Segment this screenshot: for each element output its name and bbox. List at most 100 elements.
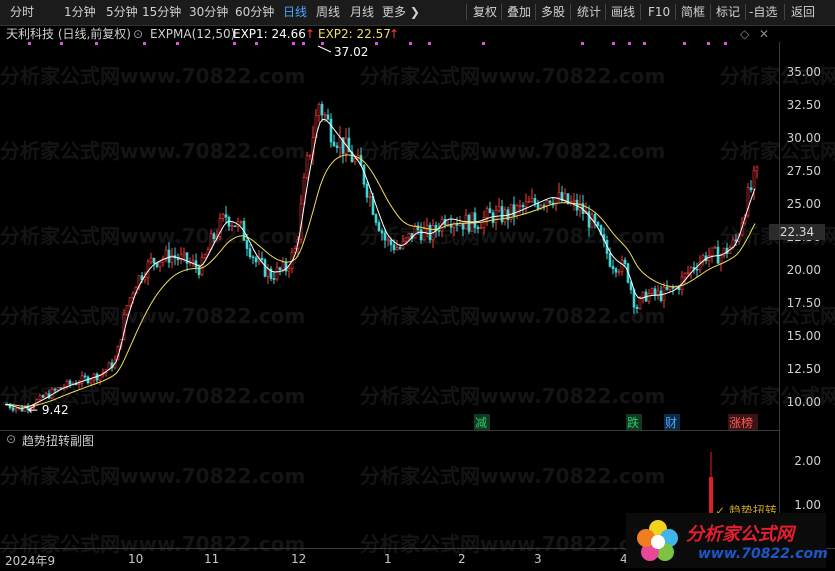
event-marker-reduce[interactable]: 减 <box>475 416 487 430</box>
candle-body <box>752 170 756 191</box>
signal-dot <box>375 42 378 45</box>
tab-fenshi[interactable]: 分时 <box>10 0 34 24</box>
candle-body <box>383 232 387 241</box>
candle-body <box>59 387 63 389</box>
candle-body <box>278 267 282 270</box>
tab-daily[interactable]: 日线 <box>283 0 307 24</box>
signal-dot <box>724 42 727 45</box>
fuquan-button[interactable]: 复权 <box>473 0 497 24</box>
signal-dot <box>60 42 63 45</box>
candle-body <box>56 387 60 391</box>
indicator-bar: 天利科技 (日线,前复权) ⊙ EXPMA(12,50) EXP1: 24.66… <box>0 26 835 42</box>
diamond-icon[interactable]: ◇ <box>740 26 749 42</box>
candle-body <box>623 259 627 264</box>
candle-body <box>461 223 465 230</box>
sub-axis-tick: 2.00 <box>794 454 821 468</box>
flower-logo-icon <box>637 520 678 561</box>
candle-body <box>158 261 162 268</box>
signal-dot <box>581 42 584 45</box>
tab-weekly[interactable]: 周线 <box>316 0 340 24</box>
price-tick: 32.50 <box>786 98 821 112</box>
multi-stock-button[interactable]: 多股 <box>541 0 565 24</box>
candle-body <box>263 259 267 277</box>
candle-body <box>164 249 168 260</box>
candle-body <box>683 273 687 278</box>
stats-button[interactable]: 统计 <box>577 0 601 24</box>
signal-dot <box>707 42 710 45</box>
tab-15min[interactable]: 15分钟 <box>142 0 181 24</box>
candle-body <box>272 278 276 280</box>
candle-body <box>224 214 228 218</box>
event-marker-top-list[interactable]: 涨榜 <box>729 415 753 430</box>
stock-title: 天利科技 (日线,前复权) <box>6 27 131 41</box>
candle-body <box>659 290 663 301</box>
candle-body <box>374 214 378 223</box>
price-tick: 20.00 <box>786 263 821 277</box>
candle-body <box>386 239 390 242</box>
price-tick: 35.00 <box>786 65 821 79</box>
candle-body <box>329 118 333 143</box>
tab-monthly[interactable]: 月线 <box>350 0 374 24</box>
event-marker-finance[interactable]: 财 <box>665 416 677 430</box>
candle-body <box>596 221 600 226</box>
candle-body <box>587 211 591 228</box>
candle-body <box>239 221 243 223</box>
tab-more[interactable]: 更多 ❯ <box>382 0 420 24</box>
candle-body <box>542 205 546 207</box>
candle-body <box>11 407 15 411</box>
exp1-up-arrow-icon: ↑ <box>305 27 316 41</box>
period-toolbar: 分时 1分钟 5分钟 15分钟 30分钟 60分钟 日线 周线 月线 更多 ❯ … <box>0 0 835 26</box>
price-tick: 10.00 <box>786 395 821 409</box>
signal-dot <box>482 42 485 45</box>
signal-dot <box>428 42 431 45</box>
candle-body <box>323 114 327 117</box>
signal-dot <box>28 42 31 45</box>
simple-frame-button[interactable]: 简框 <box>681 0 705 24</box>
candle-body <box>317 104 321 117</box>
candle-body <box>212 233 216 240</box>
price-tick: 15.00 <box>786 329 821 343</box>
logo-url: www.70822.com <box>698 546 828 562</box>
mark-button[interactable]: 标记 <box>716 0 740 24</box>
indicator-name[interactable]: EXPMA(12,50) <box>150 26 235 42</box>
signal-dot <box>233 42 236 45</box>
back-button[interactable]: 返回 <box>791 0 815 24</box>
price-tick: 25.00 <box>786 197 821 211</box>
indicator-settings-icon[interactable]: ⊙ <box>133 26 143 42</box>
candle-body <box>155 262 159 268</box>
candle-body <box>254 257 258 263</box>
candle-body <box>641 291 645 298</box>
candle-body <box>488 208 492 214</box>
signal-dot <box>255 42 258 45</box>
tab-30min[interactable]: 30分钟 <box>189 0 228 24</box>
candle-body <box>167 249 171 263</box>
close-icon[interactable]: ✕ <box>759 26 769 42</box>
candle-body <box>53 388 57 391</box>
candle-body <box>407 233 411 239</box>
overlay-button[interactable]: 叠加 <box>507 0 531 24</box>
tab-5min[interactable]: 5分钟 <box>106 0 138 24</box>
price-tick: 12.50 <box>786 362 821 376</box>
candle-body <box>80 375 84 384</box>
candle-body <box>437 230 441 232</box>
candle-body <box>533 198 537 204</box>
high-price-label: 37.02 <box>334 45 368 59</box>
candle-body <box>749 187 753 191</box>
signal-dot <box>683 42 686 45</box>
candle-body <box>191 260 195 263</box>
candle-body <box>635 306 639 309</box>
tab-1min[interactable]: 1分钟 <box>64 0 96 24</box>
candle-body <box>413 225 417 239</box>
sub-chart-settings-icon[interactable]: ⊙ <box>6 432 16 446</box>
draw-line-button[interactable]: 画线 <box>611 0 635 24</box>
candle-body <box>89 379 93 384</box>
candle-body <box>233 225 237 228</box>
tab-60min[interactable]: 60分钟 <box>235 0 274 24</box>
candle-body <box>638 297 642 309</box>
watchlist-remove-button[interactable]: -自选 <box>749 0 777 24</box>
candle-body <box>428 224 432 241</box>
candle-body <box>593 214 597 223</box>
f10-button[interactable]: F10 <box>648 0 670 24</box>
event-marker-drop[interactable]: 跌 <box>627 415 639 430</box>
candle-body <box>182 252 186 256</box>
